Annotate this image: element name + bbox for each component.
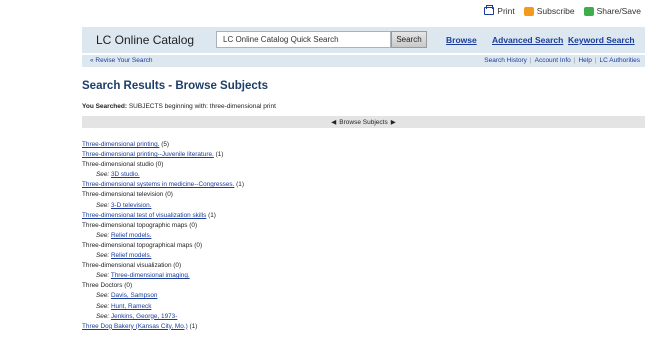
share-link[interactable]: Share/Save (583, 6, 641, 16)
record-count: (0) (124, 282, 133, 290)
separator: | (573, 57, 576, 64)
subject-heading-text: Three-dimensional topographical maps (82, 241, 193, 249)
nav-keyword-search-link[interactable]: Keyword Search (568, 35, 635, 45)
record-count: (1) (189, 322, 198, 330)
browse-subjects-label: Browse Subjects (339, 118, 388, 126)
subject-heading-text: Three-dimensional topographic maps (82, 221, 188, 229)
browse-subjects-bar: ◀ Browse Subjects ▶ (82, 116, 645, 128)
see-reference-row: See: 3D studio. (82, 170, 642, 180)
print-link[interactable]: Print (484, 5, 515, 16)
see-label: See: (96, 272, 110, 280)
catalog-header: LC Online Catalog LC Online Catalog Quic… (82, 27, 645, 53)
subject-heading-text: Three-dimensional visualization (82, 262, 172, 270)
record-count: (1) (215, 151, 224, 159)
browse-next-arrow[interactable]: ▶ (391, 118, 396, 126)
see-label: See: (96, 171, 110, 179)
subject-heading-row: Three-dimensional printing--Juvenile lit… (82, 150, 642, 160)
search-summary: You Searched: SUBJECTS beginning with: t… (82, 103, 276, 110)
subject-heading-row: Three-dimensional television (0) (82, 190, 642, 200)
print-label: Print (497, 6, 515, 16)
utility-bar: Print Subscribe Share/Save (0, 0, 645, 25)
share-icon (583, 6, 594, 16)
search-history-link[interactable]: Search History (484, 57, 527, 64)
searched-value: SUBJECTS beginning with: three-dimension… (128, 103, 276, 110)
record-count: (0) (155, 161, 164, 169)
page-title: Search Results - Browse Subjects (82, 80, 268, 92)
record-count: (0) (189, 221, 198, 229)
nav-advanced-search-link[interactable]: Advanced Search (492, 35, 563, 45)
subject-heading-row: Three-dimensional studio (0) (82, 160, 642, 170)
see-reference-row: See: Hunt, Rameck (82, 302, 642, 312)
utility-links: Print Subscribe Share/Save (484, 5, 641, 16)
see-reference-row: See: Three-dimensional imaging. (82, 271, 642, 281)
see-reference-link[interactable]: Hunt, Rameck (111, 303, 152, 310)
see-reference-link[interactable]: Jenkins, George, 1973- (111, 313, 177, 320)
separator: | (529, 57, 532, 64)
see-label: See: (96, 312, 110, 320)
record-count: (1) (236, 181, 244, 189)
see-reference-link[interactable]: 3-D television. (111, 202, 152, 209)
subject-heading-text: Three-dimensional television (82, 191, 164, 199)
subject-heading-link[interactable]: Three-dimensional printing. (82, 141, 159, 148)
subject-heading-row: Three-dimensional topographical maps (0) (82, 241, 642, 251)
account-links: Search History | Account Info | Help | L… (484, 57, 640, 64)
record-count: (0) (194, 241, 203, 249)
see-label: See: (96, 201, 110, 209)
subject-heading-row: Three-dimensional test of visualization … (82, 211, 642, 221)
subject-heading-text: Three Doctors (82, 282, 123, 290)
subject-results-list: Three-dimensional printing. (5) Three-dim… (82, 140, 642, 332)
subject-heading-link[interactable]: Three-dimensional printing--Juvenile lit… (82, 151, 214, 158)
see-label: See: (96, 292, 110, 300)
see-reference-row: See: Relief models. (82, 231, 642, 241)
quick-search-input[interactable]: LC Online Catalog Quick Search (216, 31, 391, 48)
subject-heading-row: Three Doctors (0) (82, 281, 642, 291)
sub-navigation-bar: « Revise Your Search Search History | Ac… (82, 55, 645, 67)
see-reference-link[interactable]: Three-dimensional imaging. (111, 272, 190, 279)
see-reference-link[interactable]: Relief models. (111, 252, 152, 259)
separator: | (594, 57, 597, 64)
browse-previous-arrow[interactable]: ◀ (331, 118, 336, 126)
subject-heading-text: Three-dimensional studio (82, 161, 154, 169)
searched-label: You Searched: (82, 103, 128, 110)
nav-browse-link[interactable]: Browse (446, 35, 477, 45)
see-reference-link[interactable]: Relief models. (111, 232, 152, 239)
record-count: (5) (161, 141, 170, 148)
print-icon (484, 5, 495, 15)
subject-heading-row: Three Dog Bakery (Kansas City, Mo.) (1) (82, 322, 642, 332)
account-info-link[interactable]: Account Info (535, 57, 571, 64)
subscribe-label: Subscribe (536, 6, 575, 16)
see-reference-row: See: Relief models. (82, 251, 642, 261)
see-reference-row: See: Davis, Sampson (82, 291, 642, 301)
rss-icon (523, 6, 534, 16)
see-reference-link[interactable]: Davis, Sampson (111, 292, 158, 299)
help-link[interactable]: Help (578, 57, 591, 64)
see-reference-row: See: Jenkins, George, 1973- (82, 312, 642, 322)
lc-authorities-link[interactable]: LC Authorities (600, 57, 640, 64)
record-count: (0) (173, 262, 182, 270)
share-label: Share/Save (596, 6, 641, 16)
subject-heading-link[interactable]: Three Dog Bakery (Kansas City, Mo.) (82, 323, 188, 330)
subject-heading-link[interactable]: Three-dimensional test of visualization … (82, 212, 206, 219)
catalog-logo[interactable]: LC Online Catalog (96, 33, 194, 47)
subject-heading-row: Three-dimensional systems in medicine--C… (82, 180, 642, 190)
subject-heading-row: Three-dimensional printing. (5) (82, 140, 642, 150)
subscribe-link[interactable]: Subscribe (523, 6, 575, 16)
see-label: See: (96, 231, 110, 239)
subject-heading-link[interactable]: Three-dimensional systems in medicine--C… (82, 181, 234, 188)
see-label: See: (96, 252, 110, 260)
subject-heading-row: Three-dimensional topographic maps (0) (82, 221, 642, 231)
record-count: (1) (208, 211, 216, 219)
see-reference-row: See: 3-D television. (82, 201, 642, 211)
record-count: (0) (165, 191, 173, 199)
revise-search-link[interactable]: « Revise Your Search (90, 57, 153, 64)
subject-heading-row: Three-dimensional visualization (0) (82, 261, 642, 271)
see-label: See: (96, 302, 110, 310)
search-button[interactable]: Search (391, 31, 427, 48)
see-reference-link[interactable]: 3D studio. (111, 171, 140, 178)
